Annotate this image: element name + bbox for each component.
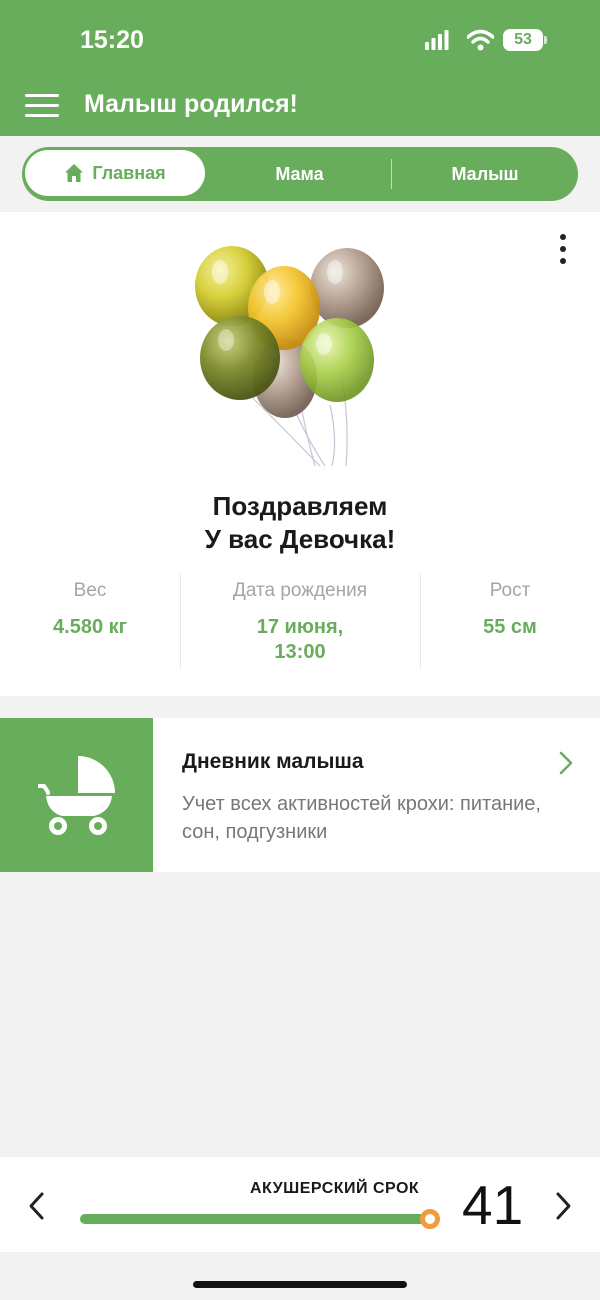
diary-description: Учет всех активностей крохи: питание, со… <box>182 793 541 843</box>
tab-mama[interactable]: Мама <box>227 147 372 201</box>
stat-height-label: Рост <box>489 580 531 601</box>
stat-birth-date: Дата рождения 17 июня, 13:00 <box>190 580 410 665</box>
term-progress-fill <box>80 1214 431 1224</box>
stat-birth-time-value: 13:00 <box>274 641 326 663</box>
congrats-line-2: У вас Девочка! <box>204 524 396 554</box>
term-label: АКУШЕРСКИЙ СРОК <box>250 1180 420 1197</box>
stat-birth-date-value: 17 июня, <box>256 616 344 638</box>
segmented-tabs: Главная Мама Малыш <box>22 147 578 201</box>
tab-home[interactable]: Главная <box>25 150 205 196</box>
stat-height: Рост 55 см <box>430 580 590 640</box>
stat-birth-value: 17 июня, 13:00 <box>190 615 410 665</box>
term-progress-track <box>80 1214 434 1224</box>
page-title: Малыш родился! <box>84 90 298 118</box>
congrats-line-1: Поздравляем <box>212 491 388 521</box>
chevron-left-icon[interactable] <box>26 1190 46 1222</box>
term-week-number: 41 <box>462 1174 524 1236</box>
chevron-right-icon[interactable] <box>554 1190 574 1222</box>
stat-divider <box>420 574 421 668</box>
tab-divider <box>391 159 392 189</box>
wifi-icon <box>467 29 494 51</box>
stat-height-value: 55 см <box>483 616 537 638</box>
baby-diary-card[interactable]: Дневник малыша Учет всех активностей кро… <box>0 718 600 872</box>
congrats-message: Поздравляем У вас Девочка! <box>0 490 600 556</box>
chevron-right-icon[interactable] <box>558 750 574 776</box>
cellular-signal-icon <box>425 30 449 50</box>
home-icon <box>65 164 84 182</box>
app-header: 15:20 53 Малыш родился! <box>0 0 600 136</box>
status-time: 15:20 <box>80 26 144 54</box>
more-options-icon[interactable] <box>555 234 571 264</box>
balloons-illustration <box>195 246 384 467</box>
stat-divider <box>180 574 181 668</box>
tab-home-label: Главная <box>92 162 166 183</box>
diary-icon-box <box>0 718 153 872</box>
home-indicator <box>193 1281 407 1288</box>
hamburger-menu-icon[interactable] <box>25 94 59 118</box>
stat-weight-label: Вес <box>73 580 107 601</box>
stat-birth-label: Дата рождения <box>232 580 368 601</box>
battery-icon: 53 <box>503 29 547 51</box>
stat-weight-value: 4.580 кг <box>53 616 127 638</box>
baby-stroller-icon <box>38 756 115 835</box>
diary-title: Дневник малыша <box>182 750 364 773</box>
tab-baby[interactable]: Малыш <box>400 147 570 201</box>
stat-weight: Вес 4.580 кг <box>10 580 170 640</box>
battery-level: 53 <box>503 29 543 51</box>
